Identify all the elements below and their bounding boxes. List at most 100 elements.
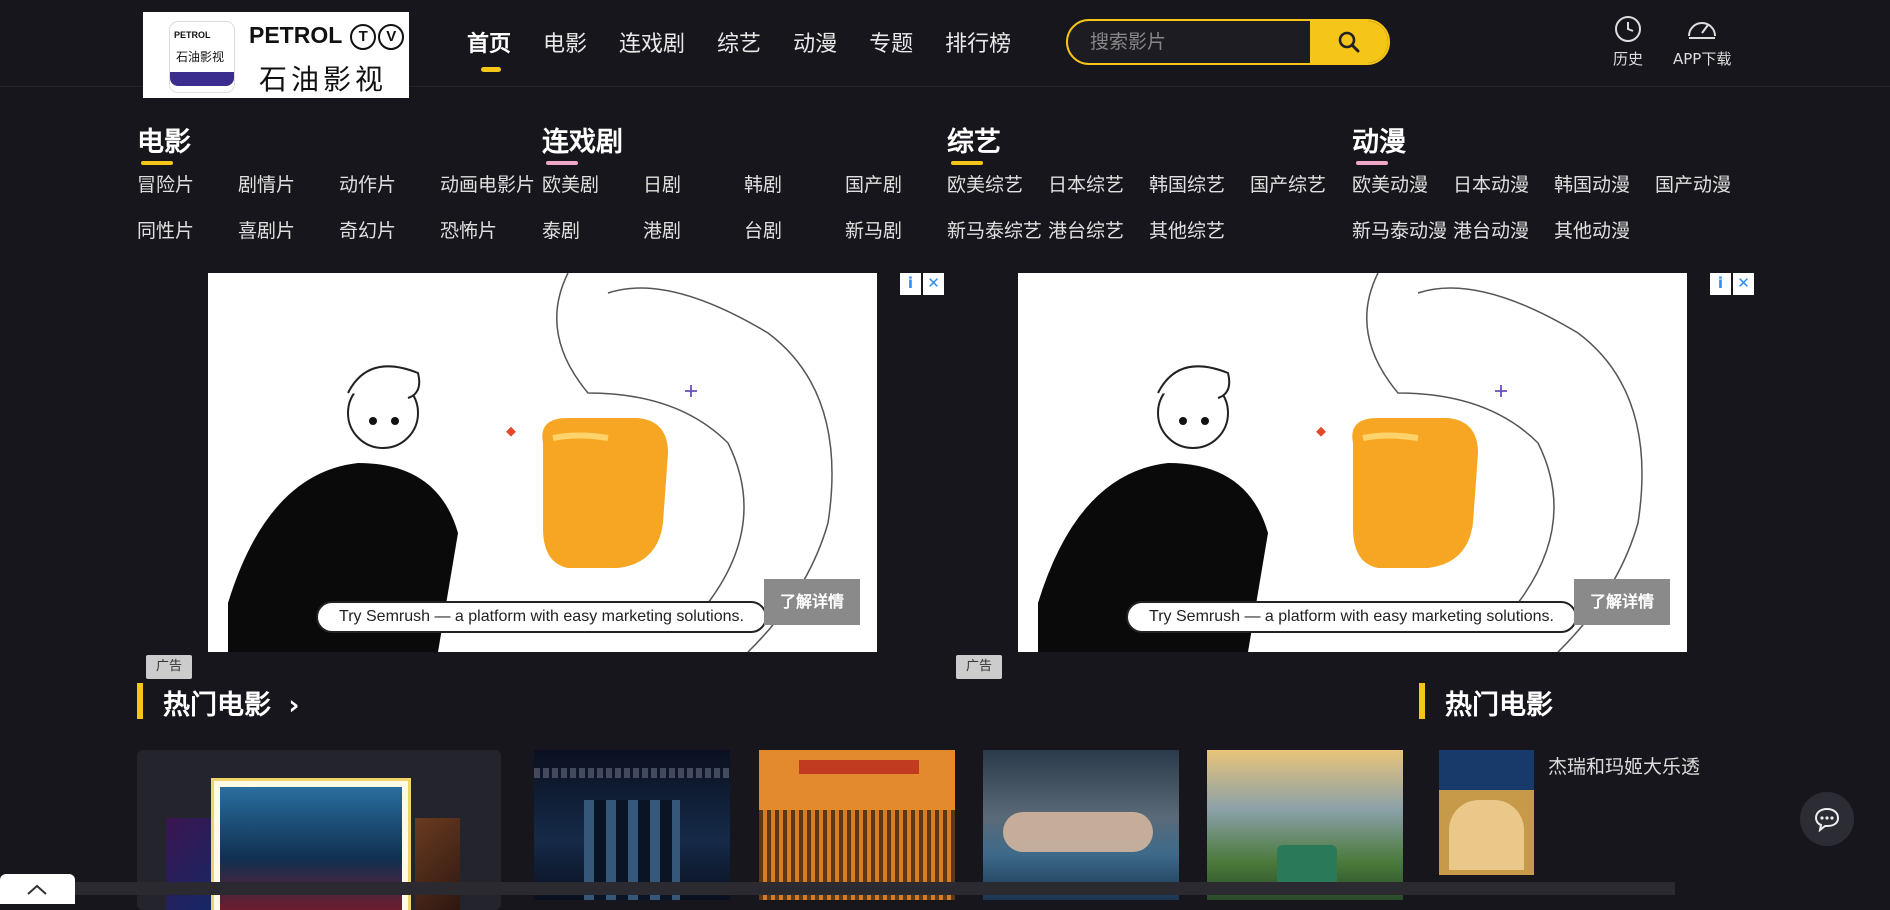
category-anime: 动漫 欧美动漫 日本动漫 韩国动漫 国产动漫 新马泰动漫 港台动漫 其他动漫 <box>1352 120 1756 243</box>
category-underline <box>546 161 578 165</box>
category-link[interactable]: 日本动漫 <box>1453 170 1554 197</box>
logo-brand-text: PETROL <box>249 22 342 48</box>
search-button[interactable] <box>1310 21 1388 63</box>
history-label: 历史 <box>1613 50 1644 68</box>
category-link[interactable]: 恐怖片 <box>440 216 541 243</box>
category-link[interactable]: 国产动漫 <box>1655 170 1756 197</box>
hot-movies-title: 热门电影 <box>163 690 271 721</box>
side-list-title[interactable]: 杰瑞和玛姬大乐透 <box>1548 752 1700 779</box>
clock-icon <box>1615 16 1641 42</box>
category-link[interactable]: 新马泰综艺 <box>947 216 1048 243</box>
search-icon <box>1338 31 1360 53</box>
ad-close-icon[interactable]: ✕ <box>923 273 944 295</box>
category-title: 动漫 <box>1352 120 1756 170</box>
category-link[interactable]: 新马泰动漫 <box>1352 216 1453 243</box>
category-link[interactable]: 台剧 <box>744 216 845 243</box>
category-link[interactable]: 欧美剧 <box>542 170 643 197</box>
ad-learn-more-button[interactable]: 了解详情 <box>764 579 860 625</box>
movie-poster[interactable] <box>534 750 730 900</box>
ad-label: 广告 <box>146 655 192 679</box>
back-to-top-button[interactable] <box>0 874 75 904</box>
category-link[interactable]: 喜剧片 <box>238 216 339 243</box>
category-link[interactable]: 动画电影片 <box>440 170 541 197</box>
nav-home[interactable]: 首页 <box>467 26 511 72</box>
search-box <box>1066 19 1390 65</box>
category-link[interactable]: 其他动漫 <box>1554 216 1655 243</box>
poster-red-banner <box>799 760 919 774</box>
side-hot-movies-title: 热门电影 <box>1445 690 1553 721</box>
category-link[interactable]: 剧情片 <box>238 170 339 197</box>
nav-variety[interactable]: 综艺 <box>717 26 761 72</box>
ad-info-icon[interactable]: i <box>1710 273 1731 295</box>
search-input[interactable] <box>1068 21 1312 63</box>
side-thumb-figures <box>1449 800 1524 870</box>
ad-close-icon[interactable]: ✕ <box>1733 273 1754 295</box>
logo-badge-text: PETROL <box>174 30 211 40</box>
category-title: 连戏剧 <box>542 120 946 170</box>
side-hot-movies-heading: 热门电影 <box>1419 683 1553 721</box>
category-link[interactable]: 新马剧 <box>845 216 946 243</box>
ad-banner-left[interactable]: Try Semrush — a platform with easy marke… <box>208 273 877 652</box>
logo-badge: PETROL 石油影视 <box>170 22 234 92</box>
top-navigation-bar: PETROL 石油影视 PETROL TV 石油影视 首页 电影 连戏剧 综艺 … <box>0 0 1890 98</box>
nav-topics[interactable]: 专题 <box>869 26 913 72</box>
logo-t-circle: T <box>350 23 377 50</box>
nav-movies[interactable]: 电影 <box>543 26 587 72</box>
category-link[interactable]: 港剧 <box>643 216 744 243</box>
nav-rankings[interactable]: 排行榜 <box>945 26 1011 72</box>
category-link[interactable]: 其他综艺 <box>1149 216 1250 243</box>
category-underline <box>141 161 173 165</box>
history-button[interactable]: 历史 <box>1613 14 1643 69</box>
category-link[interactable]: 国产综艺 <box>1250 170 1351 197</box>
logo-v-circle: V <box>378 23 405 50</box>
side-list-thumbnail[interactable] <box>1439 750 1534 875</box>
bottom-strip <box>75 882 1675 895</box>
ad-banner-right[interactable]: Try Semrush — a platform with easy marke… <box>1018 273 1687 652</box>
category-variety: 综艺 欧美综艺 日本综艺 韩国综艺 国产综艺 新马泰综艺 港台综艺 其他综艺 <box>947 120 1351 243</box>
ad-caption: Try Semrush — a platform with easy marke… <box>1126 601 1577 633</box>
hot-movies-heading[interactable]: 热门电影 › <box>137 683 300 721</box>
app-download-label: APP下载 <box>1673 50 1732 68</box>
category-link[interactable]: 同性片 <box>137 216 238 243</box>
ad-info-icon[interactable]: i <box>900 273 921 295</box>
main-nav: 首页 电影 连戏剧 综艺 动漫 专题 排行榜 <box>467 26 1043 72</box>
category-link[interactable]: 冒险片 <box>137 170 238 197</box>
category-underline <box>1356 161 1388 165</box>
category-link[interactable]: 国产剧 <box>845 170 946 197</box>
nav-series[interactable]: 连戏剧 <box>619 26 685 72</box>
category-links: 欧美综艺 日本综艺 韩国综艺 国产综艺 新马泰综艺 港台综艺 其他综艺 <box>947 170 1351 243</box>
chevron-right-icon: › <box>288 690 300 721</box>
category-link[interactable]: 动作片 <box>339 170 440 197</box>
category-movies: 电影 冒险片 剧情片 动作片 动画电影片 同性片 喜剧片 奇幻片 恐怖片 <box>137 120 541 243</box>
featured-side-poster <box>415 818 460 910</box>
category-link[interactable]: 奇幻片 <box>339 216 440 243</box>
movie-poster[interactable] <box>983 750 1179 900</box>
nav-anime[interactable]: 动漫 <box>793 26 837 72</box>
movie-poster[interactable] <box>1207 750 1403 900</box>
app-download-button[interactable]: APP下载 <box>1673 14 1731 69</box>
category-link[interactable]: 韩国综艺 <box>1149 170 1250 197</box>
category-link[interactable]: 韩剧 <box>744 170 845 197</box>
category-link[interactable]: 日剧 <box>643 170 744 197</box>
category-links: 欧美动漫 日本动漫 韩国动漫 国产动漫 新马泰动漫 港台动漫 其他动漫 <box>1352 170 1756 243</box>
poster-text-strip <box>534 768 730 778</box>
category-links: 冒险片 剧情片 动作片 动画电影片 同性片 喜剧片 奇幻片 恐怖片 <box>137 170 541 243</box>
category-link[interactable]: 日本综艺 <box>1048 170 1149 197</box>
logo-brand: PETROL TV <box>249 22 405 50</box>
category-link[interactable]: 港台综艺 <box>1048 216 1149 243</box>
ad-label: 广告 <box>956 655 1002 679</box>
ad-learn-more-button[interactable]: 了解详情 <box>1574 579 1670 625</box>
side-thumb-title-band <box>1439 750 1534 790</box>
category-link[interactable]: 欧美动漫 <box>1352 170 1453 197</box>
poster-car <box>1277 845 1337 885</box>
category-link[interactable]: 韩国动漫 <box>1554 170 1655 197</box>
category-link[interactable]: 港台动漫 <box>1453 216 1554 243</box>
chat-button[interactable] <box>1800 792 1854 846</box>
poster-face <box>1003 812 1153 852</box>
category-link[interactable]: 欧美综艺 <box>947 170 1048 197</box>
movie-poster[interactable] <box>759 750 955 900</box>
logo-badge-bar <box>170 72 234 86</box>
category-link[interactable]: 泰剧 <box>542 216 643 243</box>
ad-controls-right: i ✕ <box>1710 273 1754 295</box>
site-logo[interactable]: PETROL 石油影视 PETROL TV 石油影视 <box>143 12 409 98</box>
